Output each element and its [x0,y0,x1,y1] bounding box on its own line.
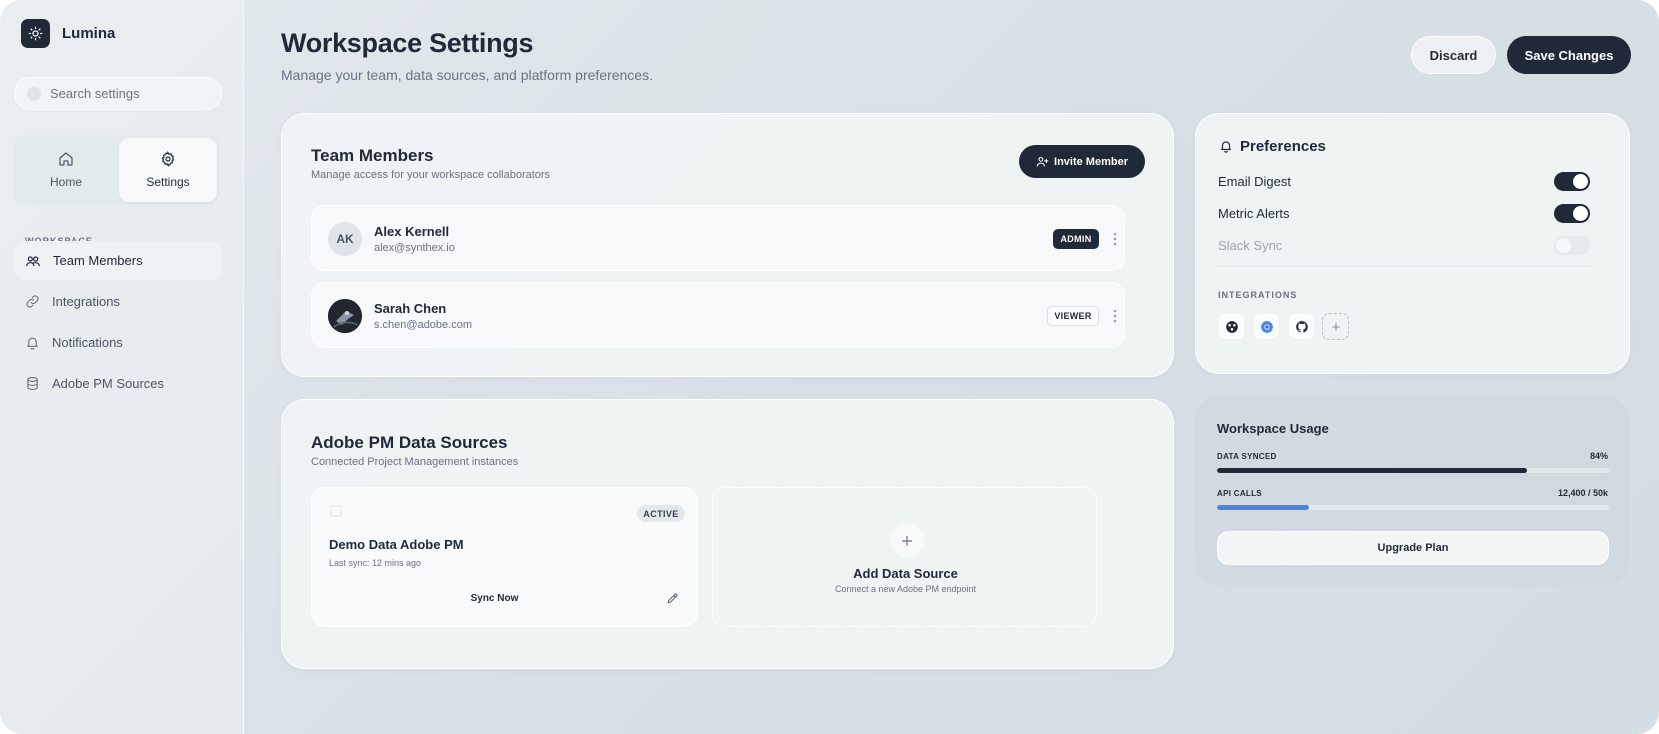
member-name: Alex Kernell [374,224,450,239]
brand-name: Lumina [62,25,116,42]
email-digest-toggle[interactable] [1554,172,1590,191]
add-integration-plus-icon[interactable] [1322,313,1349,340]
page-title: Workspace Settings [281,28,534,58]
brand[interactable]: Lumina [21,19,115,48]
database-icon [27,377,38,391]
usage-label-api-calls: API CALLS [1217,489,1262,498]
more-options-icon[interactable] [1113,309,1117,323]
sync-now-button[interactable]: Sync Now [329,584,660,612]
api-calls-progress-fill [1217,505,1310,510]
toggle-knob [1556,238,1571,253]
sidebar-item-team-members[interactable]: Team Members [14,241,222,280]
data-source-name: Demo Data Adobe PM [329,537,464,552]
avatar: AK [328,222,362,256]
toggle-knob [1573,206,1588,221]
divider [1218,266,1590,267]
gear-icon [161,151,175,167]
workspace-usage-title: Workspace Usage [1217,421,1329,436]
data-sources-card: Adobe PM Data Sources Connected Project … [281,399,1174,669]
github-logo-icon[interactable] [1288,313,1315,340]
sidebar-item-integrations[interactable]: Integrations [14,282,222,321]
slack-sync-toggle[interactable] [1554,236,1590,255]
member-email: alex@synthex.io [374,242,455,254]
tile-settings[interactable]: Settings [119,138,217,202]
usage-value-data-synced: 84% [1589,451,1608,461]
sidebar-item-notifications[interactable]: Notifications [14,323,222,362]
tile-home-label: Home [49,175,82,189]
avatar [328,299,362,333]
member-row[interactable]: AK Alex Kernell alex@synthex.io ADMIN [311,205,1125,271]
add-data-source-tile[interactable]: Add Data Source Connect a new Adobe PM e… [712,487,1097,627]
add-data-source-subtitle: Connect a new Adobe PM endpoint [834,584,977,594]
invite-member-label: Invite Member [1054,155,1128,168]
nav-tiles: Home Settings [14,135,220,205]
add-data-source-title: Add Data Source [853,566,958,581]
app-window: Lumina Home Settings WORKSPACE [0,0,1659,734]
more-options-icon[interactable] [1113,232,1117,246]
sidebar: Lumina Home Settings WORKSPACE [0,0,244,734]
dots-logo-icon[interactable] [1218,313,1245,340]
member-name: Sarah Chen [374,301,447,316]
member-row[interactable]: Sarah Chen s.chen@adobe.com VIEWER [311,282,1125,348]
status-badge: ACTIVE [637,505,685,522]
sidebar-item-label: Team Members [53,253,143,268]
preferences-card: Preferences Email Digest Metric Alerts S… [1195,113,1630,374]
role-badge: ADMIN [1053,229,1099,249]
pref-label-slack-sync: Slack Sync [1218,238,1283,253]
team-members-card: Team Members Manage access for your work… [281,113,1174,377]
usage-label-data-synced: DATA SYNCED [1217,452,1277,461]
upgrade-plan-button[interactable]: Upgrade Plan [1217,531,1609,565]
invite-member-button[interactable]: Invite Member [1019,145,1145,178]
sun-icon [21,19,50,48]
role-badge: VIEWER [1047,306,1099,326]
page-subtitle: Manage your team, data sources, and plat… [281,67,653,83]
usage-value-api-calls: 12,400 / 50k [1557,488,1608,498]
data-synced-progress-fill [1217,468,1527,473]
home-icon [59,152,73,166]
toggle-knob [1573,174,1588,189]
team-members-subtitle: Manage access for your workspace collabo… [311,169,551,181]
bell-icon [27,337,38,350]
data-source-card[interactable]: ACTIVE Demo Data Adobe PM Last sync: 12 … [311,487,698,627]
chrome-logo-icon[interactable] [1253,313,1280,340]
sidebar-item-label: Adobe PM Sources [52,376,165,391]
data-sources-title: Adobe PM Data Sources [311,433,508,452]
team-members-title: Team Members [311,146,434,165]
save-changes-button[interactable]: Save Changes [1507,36,1631,74]
link-icon [26,295,39,308]
search-box[interactable] [14,77,222,110]
sidebar-item-label: Notifications [52,335,123,350]
data-sources-subtitle: Connected Project Management instances [311,456,519,468]
edit-pencil-icon[interactable] [662,588,682,608]
user-plus-icon [1036,156,1049,167]
discard-button[interactable]: Discard [1411,36,1496,74]
member-email: s.chen@adobe.com [374,319,473,331]
integrations-label: INTEGRATIONS [1218,290,1298,300]
tile-settings-label: Settings [146,175,190,189]
workspace-usage-card: Workspace Usage DATA SYNCED 84% API CALL… [1195,396,1630,585]
last-sync-text: Last sync: 12 mins ago [329,558,422,568]
users-icon [26,255,40,266]
bell-icon [1219,139,1233,158]
pref-label-email-digest: Email Digest [1218,174,1291,189]
sidebar-item-adobe-pm-sources[interactable]: Adobe PM Sources [14,364,222,403]
metric-alerts-toggle[interactable] [1554,204,1590,223]
pref-label-metric-alerts: Metric Alerts [1218,206,1290,221]
api-calls-progress [1217,505,1609,510]
source-logo-icon [329,504,343,523]
tile-home[interactable]: Home [17,138,115,202]
preferences-title: Preferences [1240,138,1326,155]
search-input[interactable] [50,86,210,101]
plus-icon [890,524,924,558]
sidebar-item-label: Integrations [52,294,120,309]
data-synced-progress [1217,468,1609,473]
search-icon [27,86,41,101]
